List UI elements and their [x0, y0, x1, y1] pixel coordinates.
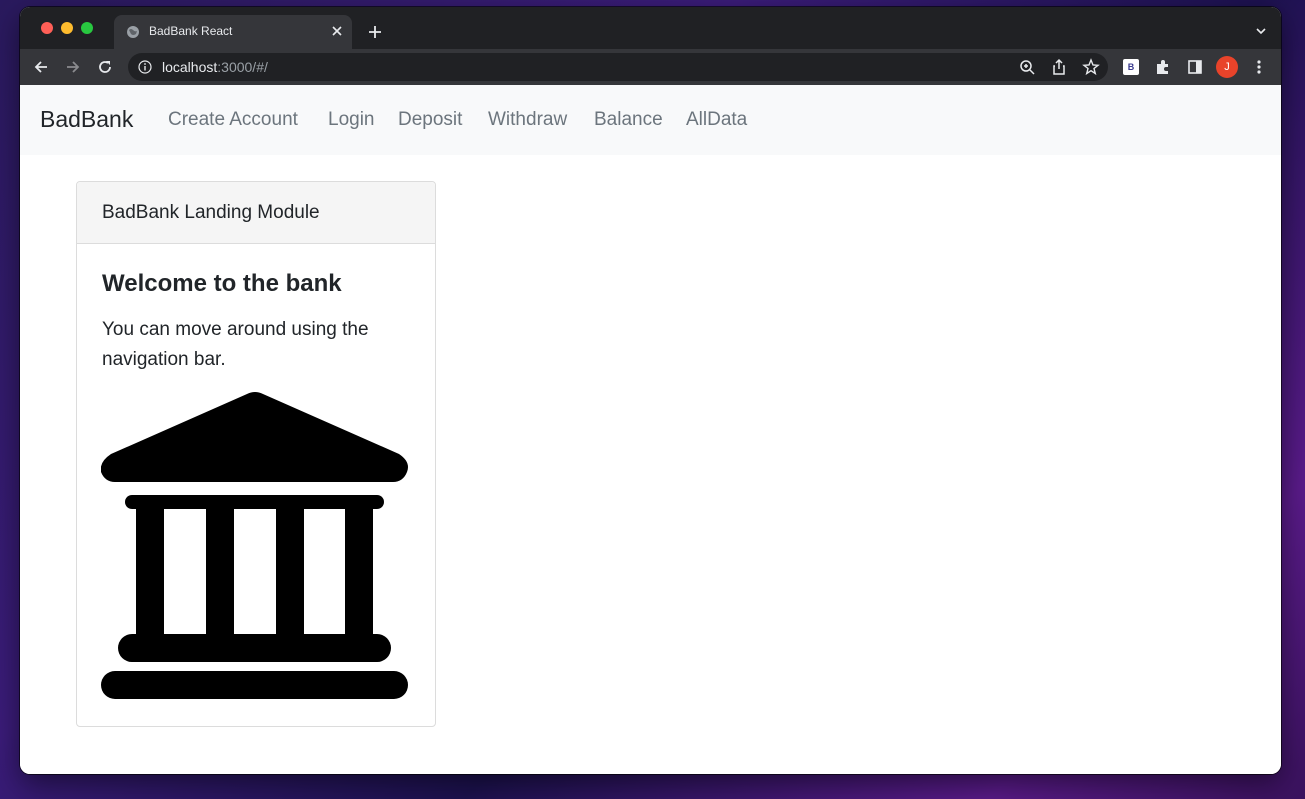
url-host: localhost — [162, 59, 218, 75]
back-icon[interactable] — [32, 58, 50, 76]
chevron-down-icon[interactable] — [1255, 25, 1267, 37]
landing-card: BadBank Landing Module Welcome to the ba… — [76, 181, 436, 727]
url-text[interactable]: localhost:3000/#/ — [162, 59, 268, 75]
card-text: You can move around using the navigation… — [102, 319, 369, 370]
url-path: :3000/#/ — [217, 59, 268, 75]
navbar: BadBank Create Account Login Deposit Wit… — [20, 85, 1281, 155]
tab-title: BadBank React — [149, 24, 233, 38]
card-header: BadBank Landing Module — [77, 182, 435, 244]
forward-icon[interactable] — [64, 58, 82, 76]
globe-icon — [127, 26, 139, 38]
close-tab-icon[interactable] — [330, 24, 344, 38]
bookmark-star-icon[interactable] — [1082, 58, 1100, 76]
nav-link-balance[interactable]: Balance — [594, 109, 663, 131]
side-panel-icon[interactable] — [1186, 58, 1204, 76]
minimize-window-button[interactable] — [61, 22, 73, 34]
nav-link-login[interactable]: Login — [328, 109, 375, 131]
profile-avatar[interactable]: J — [1216, 56, 1238, 78]
zoom-icon[interactable] — [1018, 58, 1036, 76]
card-title: Welcome to the bank — [102, 270, 342, 297]
reload-icon[interactable] — [96, 58, 114, 76]
bank-icon — [101, 392, 408, 699]
share-icon[interactable] — [1050, 58, 1068, 76]
address-bar[interactable]: localhost:3000/#/ — [128, 53, 1108, 81]
extensions-puzzle-icon[interactable] — [1154, 58, 1172, 76]
more-options-icon[interactable] — [1250, 58, 1268, 76]
nav-link-alldata[interactable]: AllData — [686, 109, 747, 131]
nav-link-withdraw[interactable]: Withdraw — [488, 109, 567, 131]
browser-tab[interactable]: BadBank React — [114, 15, 352, 49]
info-icon[interactable] — [138, 60, 152, 74]
page-content: BadBank Create Account Login Deposit Wit… — [20, 85, 1281, 774]
extension-b-icon[interactable]: B — [1123, 59, 1139, 75]
card-header-text: BadBank Landing Module — [102, 202, 320, 223]
browser-window: BadBank React localhost:3000/#/ B J BadB… — [20, 7, 1281, 774]
tab-bar: BadBank React — [20, 7, 1281, 49]
nav-link-deposit[interactable]: Deposit — [398, 109, 462, 131]
close-window-button[interactable] — [41, 22, 53, 34]
maximize-window-button[interactable] — [81, 22, 93, 34]
navbar-brand[interactable]: BadBank — [40, 106, 133, 133]
nav-link-create-account[interactable]: Create Account — [168, 109, 298, 131]
browser-toolbar: localhost:3000/#/ B J — [20, 49, 1281, 85]
new-tab-icon[interactable] — [366, 23, 384, 41]
